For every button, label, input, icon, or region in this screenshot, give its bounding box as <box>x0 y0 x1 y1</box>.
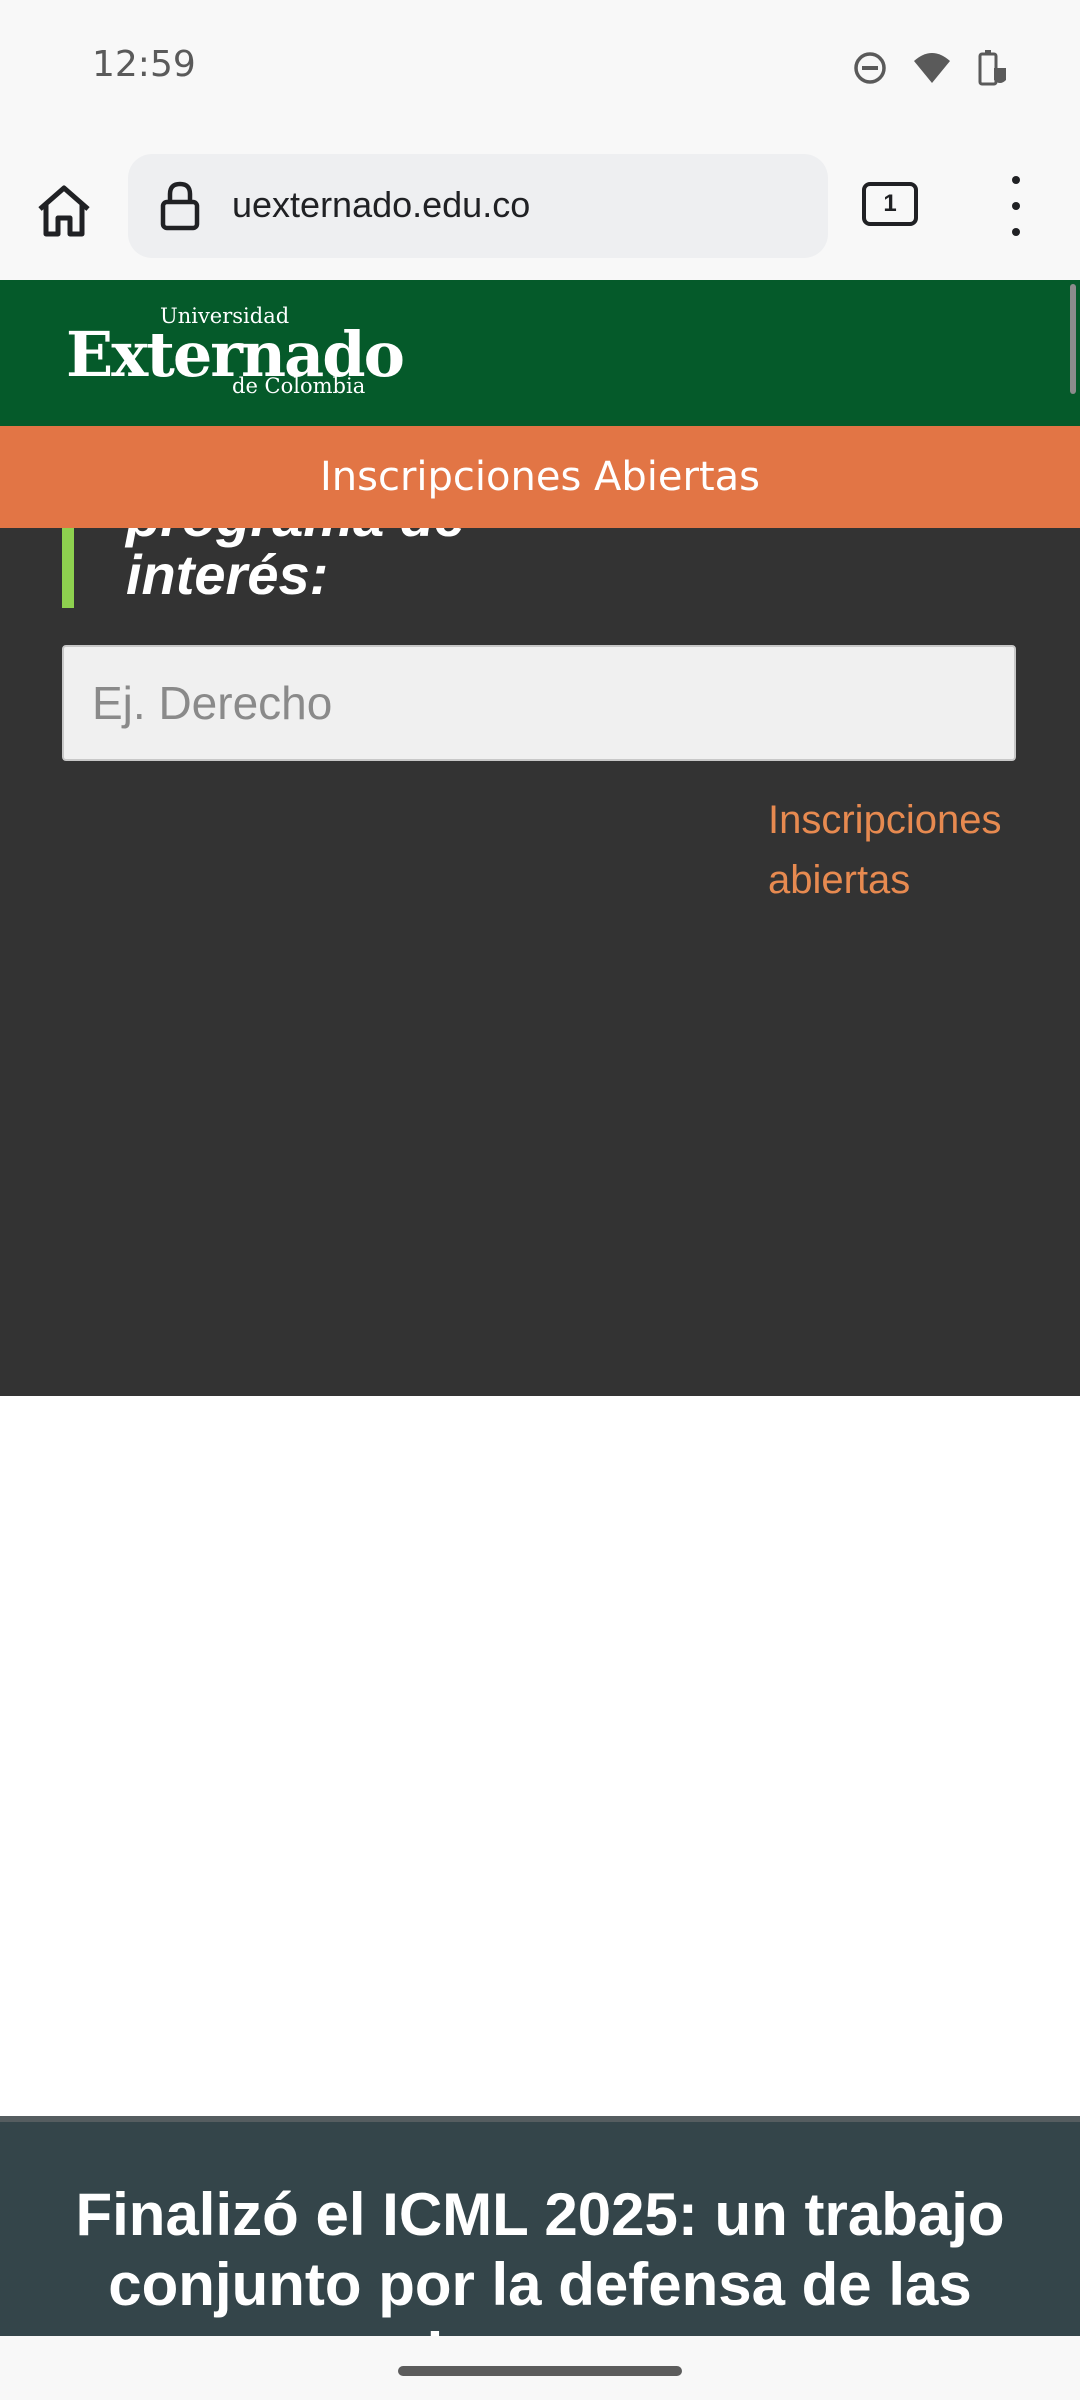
battery-saver-icon <box>978 50 1006 86</box>
more-menu-button[interactable] <box>996 176 1036 236</box>
home-icon <box>38 185 90 237</box>
news-title[interactable]: Finalizó el ICML 2025: un trabajo conjun… <box>30 2180 1050 2342</box>
content-area <box>0 1396 1080 2116</box>
open-enrollment-link[interactable]: Inscripciones abiertas <box>768 790 1028 910</box>
status-bar: 12:59 <box>0 0 1080 140</box>
gesture-nav-bar <box>0 2336 1080 2400</box>
news-card[interactable]: Finalizó el ICML 2025: un trabajo conjun… <box>0 2116 1080 2342</box>
enrollment-banner[interactable]: Inscripciones Abiertas <box>0 426 1080 528</box>
tabs-button[interactable]: 1 <box>862 182 918 226</box>
url-text[interactable]: uexternado.edu.co <box>232 184 530 226</box>
heading-accent-bar <box>62 528 74 608</box>
home-gesture-handle[interactable] <box>398 2366 682 2376</box>
program-search-section: programa de interés: Inscripciones abier… <box>0 528 1080 1396</box>
site-header: Universidad Externado de Colombia <box>0 280 1080 426</box>
address-bar[interactable]: uexternado.edu.co <box>128 154 828 258</box>
home-button[interactable] <box>28 175 100 247</box>
program-search-input[interactable] <box>62 645 1016 761</box>
status-time: 12:59 <box>92 44 196 85</box>
wifi-icon <box>914 53 950 83</box>
do-not-disturb-icon <box>854 52 886 84</box>
lock-icon <box>160 181 200 231</box>
logo-bottom: de Colombia <box>232 374 366 398</box>
more-menu-icon <box>1012 176 1020 184</box>
status-icons <box>852 48 1010 88</box>
browser-toolbar: uexternado.edu.co 1 <box>0 140 1080 280</box>
scrollbar[interactable] <box>1070 284 1076 394</box>
search-heading: interés: <box>126 543 329 606</box>
